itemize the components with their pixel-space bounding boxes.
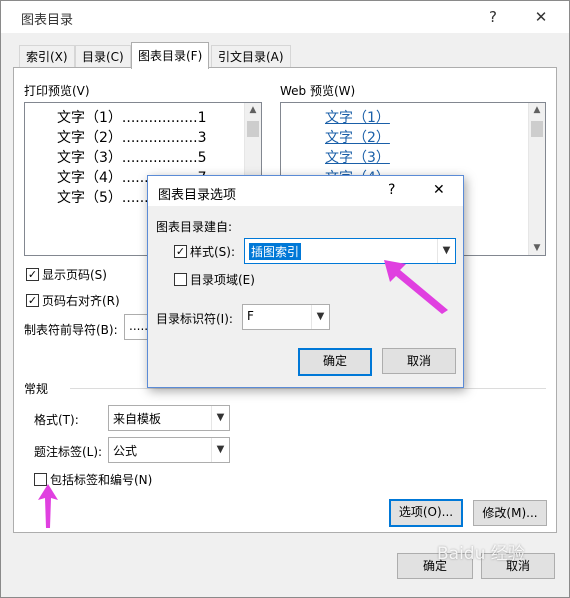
web-preview-link-3[interactable]: 文字（3） [325,147,390,167]
identifier-label: 目录标识符(I): [156,312,233,326]
close-icon[interactable]: ✕ [527,5,555,29]
title-bar: 图表目录 ? ✕ [1,1,569,33]
print-preview-entry-2: 文字（2）.................3 [57,130,207,146]
web-preview-label: Web 预览(W) [280,84,356,98]
options-button[interactable]: 选项(O)... [389,499,463,527]
chevron-down-icon[interactable]: ▼ [211,406,229,430]
web-preview-link-2[interactable]: 文字（2） [325,127,390,147]
show-page-numbers-checkbox[interactable]: ✓ [26,268,39,281]
scroll-down-icon[interactable]: ▼ [529,243,545,253]
chevron-down-icon[interactable]: ▼ [311,305,329,329]
right-align-checkbox[interactable]: ✓ [26,294,39,307]
tab-contents[interactable]: 目录(C) [75,45,131,68]
dialog-close-icon[interactable]: ✕ [433,182,445,198]
identifier-select[interactable]: F ▼ [242,304,330,330]
tab-index[interactable]: 索引(X) [19,45,75,68]
dialog-cancel-button[interactable]: 取消 [382,348,456,374]
annotation-arrow-icon [38,484,58,528]
separator [70,388,546,389]
scroll-up-icon[interactable]: ▲ [245,105,261,115]
window-title: 图表目录 [21,13,74,28]
show-page-numbers-label: 显示页码(S) [42,268,107,282]
format-select[interactable]: 来自模板 ▼ [108,405,230,431]
dialog-title-bar: 图表目录选项 ? ✕ [148,176,463,206]
caption-select[interactable]: 公式 ▼ [108,437,230,463]
build-from-label: 图表目录建自: [156,220,233,234]
dialog-title: 图表目录选项 [158,188,237,203]
toc-fields-checkbox[interactable] [174,273,187,286]
web-preview-scrollbar[interactable]: ▲ ▼ [528,103,545,255]
scroll-thumb[interactable] [531,121,543,137]
scroll-up-icon[interactable]: ▲ [529,105,545,115]
tab-table-of-authorities[interactable]: 引文目录(A) [211,45,291,68]
include-label-text: 包括标签和编号(N) [50,473,153,487]
scroll-thumb[interactable] [247,121,259,137]
right-align-label: 页码右对齐(R) [42,294,120,308]
print-preview-label: 打印预览(V) [24,84,90,98]
dialog-ok-button[interactable]: 确定 [298,348,372,376]
watermark: Baidu 经验 [437,544,525,564]
annotation-arrow-icon [384,260,448,314]
help-icon[interactable]: ? [479,5,507,29]
web-preview-link-1[interactable]: 文字（1） [325,107,390,127]
style-checkbox[interactable]: ✓ [174,245,187,258]
tab-table-of-figures[interactable]: 图表目录(F) [131,42,210,69]
general-section-label: 常规 [24,382,49,396]
style-label: 样式(S): [190,245,236,259]
toc-fields-label: 目录项域(E) [190,273,255,287]
modify-button[interactable]: 修改(M)... [473,500,547,526]
print-preview-entry-1: 文字（1）.................1 [57,110,207,126]
format-label: 格式(T): [34,413,79,427]
print-preview-entry-3: 文字（3）.................5 [57,150,207,166]
caption-label: 题注标签(L): [34,445,103,459]
tab-leader-label: 制表符前导符(B): [24,323,118,337]
chevron-down-icon[interactable]: ▼ [211,438,229,462]
dialog-help-icon[interactable]: ? [388,182,395,198]
